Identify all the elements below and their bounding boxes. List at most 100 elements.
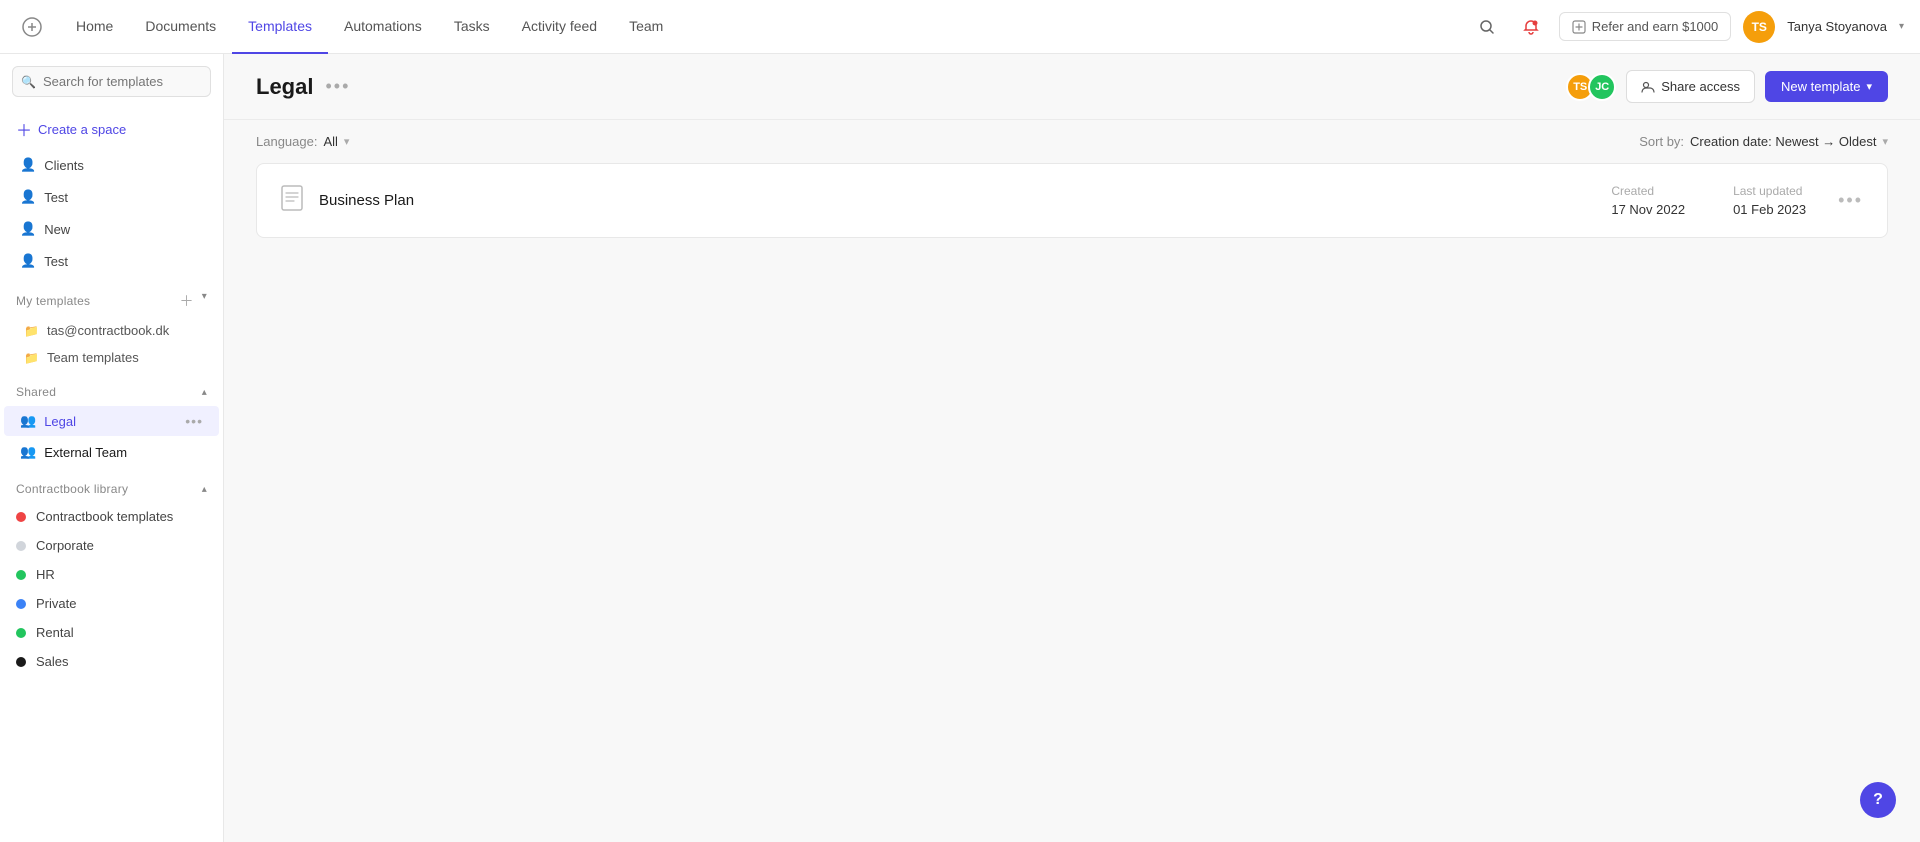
sort-control[interactable]: Sort by: Creation date: Newest → Oldest …: [1639, 134, 1888, 149]
template-metadata: Created 17 Nov 2022 Last updated 01 Feb …: [1611, 184, 1806, 217]
dot-icon: [16, 599, 26, 609]
nav-automations[interactable]: Automations: [328, 0, 438, 54]
add-template-icon[interactable]: ＋: [179, 291, 193, 311]
more-actions-icon[interactable]: •••: [185, 413, 203, 429]
library-header: Contractbook library ▴: [0, 476, 223, 502]
refer-label: Refer and earn $1000: [1592, 19, 1718, 34]
nav-home[interactable]: Home: [60, 0, 129, 54]
sidebar-item-label: Test: [44, 190, 68, 205]
sidebar-search-section: 🔍: [0, 54, 223, 109]
template-document-icon: [281, 185, 303, 217]
help-label: ?: [1873, 791, 1883, 809]
nav-tasks[interactable]: Tasks: [438, 0, 506, 54]
language-filter-value: All: [323, 134, 337, 149]
sidebar-item-clients[interactable]: 👤 Clients: [4, 150, 219, 180]
collapse-my-templates-icon[interactable]: ▾: [202, 291, 207, 311]
language-filter[interactable]: Language: All ▾: [256, 134, 349, 149]
person-icon: 👤: [20, 189, 36, 205]
plus-icon: ＋: [16, 117, 32, 141]
template-card[interactable]: Business Plan Created 17 Nov 2022 Last u…: [256, 163, 1888, 238]
collapse-shared-icon[interactable]: ▴: [202, 387, 207, 398]
dot-icon: [16, 512, 26, 522]
nav-right-section: Refer and earn $1000 TS Tanya Stoyanova …: [1471, 11, 1904, 43]
nav-documents[interactable]: Documents: [129, 0, 232, 54]
library-item-contractbook[interactable]: Contractbook templates: [0, 502, 223, 531]
help-button[interactable]: ?: [1860, 782, 1896, 818]
avatar-jc: JC: [1588, 73, 1616, 101]
library-item-sales[interactable]: Sales: [0, 647, 223, 676]
language-filter-chevron: ▾: [344, 135, 350, 148]
my-templates-team[interactable]: 📁 Team templates: [0, 344, 223, 371]
notifications-button[interactable]: [1515, 11, 1547, 43]
main-layout: 🔍 ＋ Create a space 👤 Clients 👤 Test 👤 Ne…: [0, 54, 1920, 842]
template-more-button[interactable]: •••: [1838, 190, 1863, 211]
library-item-private[interactable]: Private: [0, 589, 223, 618]
template-name: Business Plan: [319, 192, 1595, 209]
updated-label: Last updated: [1733, 184, 1806, 198]
nav-templates[interactable]: Templates: [232, 0, 328, 54]
create-space-button[interactable]: ＋ Create a space: [0, 109, 223, 149]
dropdown-arrow-icon: ▾: [1866, 80, 1872, 93]
person-icon: 👤: [20, 157, 36, 173]
shared-header: Shared ▴: [0, 379, 223, 405]
dot-icon: [16, 628, 26, 638]
my-templates-team-label: Team templates: [47, 350, 139, 365]
page-more-button[interactable]: •••: [325, 76, 350, 97]
search-button[interactable]: [1471, 11, 1503, 43]
collaborators-avatars: TS JC: [1566, 73, 1616, 101]
sort-chevron: ▾: [1882, 135, 1888, 148]
library-item-hr[interactable]: HR: [0, 560, 223, 589]
refer-button[interactable]: Refer and earn $1000: [1559, 12, 1731, 41]
nav-team[interactable]: Team: [613, 0, 679, 54]
user-menu-chevron[interactable]: ▾: [1899, 21, 1904, 32]
folder-icon: 📁: [24, 324, 39, 338]
share-access-label: Share access: [1661, 79, 1740, 94]
header-actions: TS JC Share access New template ▾: [1566, 70, 1888, 103]
collapse-library-icon[interactable]: ▴: [202, 484, 207, 495]
user-name[interactable]: Tanya Stoyanova: [1787, 19, 1887, 34]
sidebar-item-test2[interactable]: 👤 Test: [4, 246, 219, 276]
library-item-rental[interactable]: Rental: [0, 618, 223, 647]
app-logo[interactable]: [16, 11, 48, 43]
sidebar-item-label: Test: [44, 254, 68, 269]
library-item-label: Corporate: [36, 538, 94, 553]
sidebar: 🔍 ＋ Create a space 👤 Clients 👤 Test 👤 Ne…: [0, 54, 224, 842]
folder-icon: 📁: [24, 351, 39, 365]
shared-item-label: External Team: [44, 445, 203, 460]
my-templates-section: My templates ＋ ▾ 📁 tas@contractbook.dk 📁…: [0, 277, 223, 371]
user-avatar[interactable]: TS: [1743, 11, 1775, 43]
my-templates-label: My templates: [16, 294, 90, 308]
sort-label: Sort by:: [1639, 134, 1684, 149]
template-list: Business Plan Created 17 Nov 2022 Last u…: [224, 163, 1920, 842]
search-input[interactable]: [12, 66, 211, 97]
new-template-label: New template: [1781, 79, 1860, 94]
share-access-button[interactable]: Share access: [1626, 70, 1755, 103]
page-title: Legal: [256, 74, 313, 100]
updated-meta: Last updated 01 Feb 2023: [1733, 184, 1806, 217]
sidebar-item-external-team[interactable]: 👥 External Team: [4, 437, 219, 467]
updated-value: 01 Feb 2023: [1733, 202, 1806, 217]
person-icon: 👤: [20, 221, 36, 237]
filter-bar: Language: All ▾ Sort by: Creation date: …: [224, 120, 1920, 163]
shared-label: Shared: [16, 385, 56, 399]
new-template-button[interactable]: New template ▾: [1765, 71, 1888, 102]
page-header: Legal ••• TS JC Share access New templat…: [224, 54, 1920, 120]
shared-item-label: Legal: [44, 414, 177, 429]
create-space-label: Create a space: [38, 122, 126, 137]
library-item-corporate[interactable]: Corporate: [0, 531, 223, 560]
library-item-label: Sales: [36, 654, 69, 669]
sidebar-item-legal[interactable]: 👥 Legal •••: [4, 406, 219, 436]
nav-activity-feed[interactable]: Activity feed: [506, 0, 613, 54]
sidebar-item-label: Clients: [44, 158, 84, 173]
sidebar-item-new[interactable]: 👤 New: [4, 214, 219, 244]
person-icon: 👤: [20, 253, 36, 269]
sidebar-item-test1[interactable]: 👤 Test: [4, 182, 219, 212]
dot-icon: [16, 657, 26, 667]
language-filter-label: Language:: [256, 134, 317, 149]
my-templates-personal[interactable]: 📁 tas@contractbook.dk: [0, 317, 223, 344]
top-nav: Home Documents Templates Automations Tas…: [0, 0, 1920, 54]
shared-section: Shared ▴ 👥 Legal ••• 👥 External Team: [0, 371, 223, 468]
my-templates-header: My templates ＋ ▾: [0, 285, 223, 317]
created-meta: Created 17 Nov 2022: [1611, 184, 1685, 217]
library-item-label: Contractbook templates: [36, 509, 173, 524]
